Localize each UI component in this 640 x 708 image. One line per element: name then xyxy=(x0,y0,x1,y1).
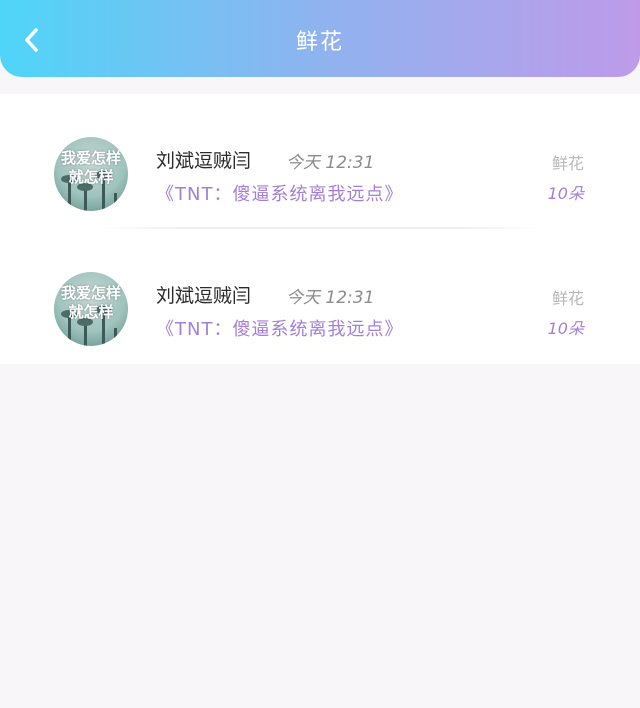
avatar-caption: 我爱怎样 就怎样 xyxy=(60,284,121,321)
gift-name: 鲜花 xyxy=(551,289,584,308)
avatar[interactable]: 我爱怎样 就怎样 xyxy=(54,137,128,211)
gift-count: 10朵 xyxy=(547,319,584,338)
list-item[interactable]: 我爱怎样 就怎样 刘斌逗贼闫 今天 12:31 《TNT：傻逼系统离我远点》 鲜… xyxy=(0,229,640,364)
sender-name: 刘斌逗贼闫 xyxy=(156,285,252,307)
avatar[interactable]: 我爱怎样 就怎样 xyxy=(54,272,128,346)
sender-name: 刘斌逗贼闫 xyxy=(156,150,252,172)
top-bar: 鲜花 xyxy=(0,0,640,77)
song-title: 《TNT：傻逼系统离我远点》 xyxy=(156,184,404,205)
avatar-caption: 我爱怎样 就怎样 xyxy=(60,149,121,186)
gift-name: 鲜花 xyxy=(551,154,584,173)
list-item[interactable]: 我爱怎样 就怎样 刘斌逗贼闫 今天 12:31 《TNT：傻逼系统离我远点》 鲜… xyxy=(0,94,640,229)
timestamp: 今天 12:31 xyxy=(286,288,375,308)
gift-count: 10朵 xyxy=(547,184,584,203)
song-title: 《TNT：傻逼系统离我远点》 xyxy=(156,319,404,340)
page-title: 鲜花 xyxy=(295,30,344,55)
timestamp: 今天 12:31 xyxy=(286,153,375,173)
gift-record-list: 我爱怎样 就怎样 刘斌逗贼闫 今天 12:31 《TNT：傻逼系统离我远点》 鲜… xyxy=(0,94,640,364)
